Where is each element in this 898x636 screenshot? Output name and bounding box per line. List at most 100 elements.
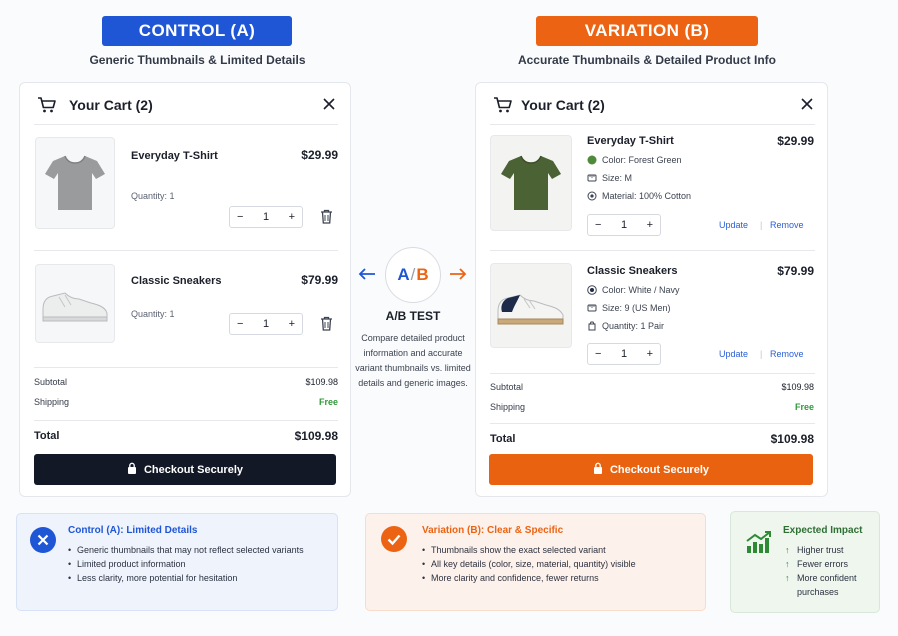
divider [490,373,815,374]
quantity-stepper[interactable]: − 1 + [587,343,661,365]
variant-color: Color: White / Navy [587,285,680,295]
sneaker-thumbnail-generic [35,264,115,343]
close-icon[interactable] [322,97,336,116]
quantity-text: Quantity: 1 [131,309,175,319]
list-item: All key details (color, size, material, … [422,557,702,571]
impact-box: Expected Impact ↑ Higher trust ↑ Fewer err… [730,511,880,613]
minus-button[interactable]: − [595,219,601,231]
arrow-up-icon: ↑ [785,559,790,569]
control-summary-list: Generic thumbnails that may not reflect … [68,543,328,585]
plus-button[interactable]: + [647,219,653,231]
cart-title: Your Cart (2) [521,97,605,113]
link-separator: | [760,220,763,230]
list-item: ↑ Higher trust [785,545,844,555]
variation-summary-list: Thumbnails show the exact selected varia… [422,543,702,585]
shipping-label: Shipping [34,397,70,407]
checkout-button[interactable]: Checkout Securely [34,454,336,485]
growth-chart-icon [745,530,773,559]
product-name: Classic Sneakers [587,265,678,277]
variant-color: Color: Forest Green [587,155,682,165]
check-circle-icon [381,526,407,557]
control-pill: CONTROL (A) [102,16,292,46]
product-name: Everyday T-Shirt [587,135,674,147]
subtotal-value: $109.98 [781,382,814,392]
fabric-icon [587,191,597,201]
ruler-icon [587,303,597,313]
tshirt-thumbnail-generic [35,137,115,229]
box-icon [587,321,597,331]
ab-slash: / [410,265,416,284]
ruler-icon [587,173,597,183]
quantity-text: Quantity: 1 [131,191,175,201]
quantity-value: 1 [262,318,270,330]
update-link[interactable]: Update [719,220,748,230]
checkout-button[interactable]: Checkout Securely [489,454,813,485]
divider [490,423,815,424]
divider [34,124,338,125]
sneaker-thumbnail-white-navy [490,263,572,348]
product-name: Classic Sneakers [131,275,222,287]
remove-link[interactable]: Remove [770,349,804,359]
arrow-up-icon: ↑ [785,573,790,583]
variant-quantity: Quantity: 1 Pair [587,321,664,331]
list-item: Less clarity, more potential for hesitat… [68,571,328,585]
lock-icon [127,462,137,477]
variation-subtitle: Accurate Thumbnails & Detailed Product I… [517,53,777,67]
total-label: Total [34,430,60,442]
x-circle-icon [30,527,56,558]
plus-button[interactable]: + [289,211,295,223]
list-item: More clarity and confidence, fewer retur… [422,571,702,585]
product-price: $29.99 [777,134,814,148]
quantity-stepper[interactable]: − 1 + [229,206,303,228]
ab-test-title: A/B TEST [385,309,441,323]
list-item: Generic thumbnails that may not reflect … [68,543,328,557]
subtotal-value: $109.98 [305,377,338,387]
arrow-right-icon [449,267,467,285]
impact-title: Expected Impact [783,525,863,536]
lock-icon [593,462,603,477]
control-cart-card: Your Cart (2) Everyday T-Shirt $29.99 Qu… [19,82,351,497]
color-swatch-icon [587,155,597,165]
divider [34,367,338,368]
total-value: $109.98 [294,429,338,443]
cart-title: Your Cart (2) [69,97,153,113]
quantity-stepper[interactable]: − 1 + [229,313,303,335]
quantity-stepper[interactable]: − 1 + [587,214,661,236]
checkout-label: Checkout Securely [609,463,710,476]
close-icon[interactable] [800,97,814,116]
plus-button[interactable]: + [647,348,653,360]
variant-size: Size: 9 (US Men) [587,303,671,313]
shipping-label: Shipping [490,402,526,412]
list-item: Limited product information [68,557,328,571]
minus-button[interactable]: − [237,211,243,223]
cart-icon [37,96,57,119]
arrow-up-icon: ↑ [785,545,790,555]
product-name: Everyday T-Shirt [131,150,218,162]
control-summary-title: Control (A): Limited Details [68,525,198,536]
ab-test-badge: A / B [385,247,441,303]
ab-a: A [397,265,410,284]
quantity-value: 1 [262,211,270,223]
variation-summary-box: Variation (B): Clear & Specific Thumbnai… [365,513,706,611]
minus-button[interactable]: − [595,348,601,360]
subtotal-label: Subtotal [490,382,524,392]
checkout-label: Checkout Securely [143,463,244,476]
color-swatch-icon [587,285,597,295]
remove-link[interactable]: Remove [770,220,804,230]
update-link[interactable]: Update [719,349,748,359]
product-price: $29.99 [301,148,338,162]
shipping-value: Free [318,397,338,407]
variation-cart-card: Your Cart (2) Everyday T-Shirt $29.99 Co… [475,82,828,497]
plus-button[interactable]: + [289,318,295,330]
control-summary-box: Control (A): Limited Details Generic thu… [16,513,338,611]
divider [490,124,815,125]
divider [34,420,338,421]
control-subtitle: Generic Thumbnails & Limited Details [89,53,306,67]
minus-button[interactable]: − [237,318,243,330]
trash-icon[interactable] [320,209,333,229]
divider [490,250,815,251]
variant-material: Material: 100% Cotton [587,191,691,201]
cart-icon [493,96,513,119]
total-label: Total [490,433,516,445]
trash-icon[interactable] [320,316,333,336]
